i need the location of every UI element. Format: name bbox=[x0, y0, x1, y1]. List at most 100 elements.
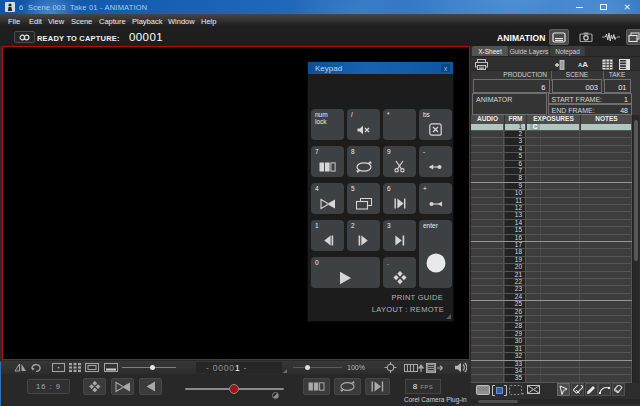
end-frame-field[interactable]: END FRAME:48 bbox=[548, 104, 633, 115]
step-forward-button[interactable] bbox=[365, 378, 390, 395]
xsheet-row-21[interactable]: 21 bbox=[471, 272, 632, 279]
scrollbar-thumb[interactable] bbox=[634, 120, 638, 261]
opacity-slider[interactable] bbox=[122, 367, 176, 368]
xsheet-row-27[interactable]: 27 bbox=[471, 316, 632, 323]
xsheet-row-7[interactable]: 7 bbox=[471, 168, 632, 175]
layout-remote-label[interactable]: LAYOUT : REMOTE bbox=[372, 305, 444, 314]
keypad-key-flipview[interactable]: 4 bbox=[311, 183, 344, 214]
zoom-slider-knob[interactable] bbox=[305, 365, 310, 370]
tab-guide-layers[interactable]: Guide Layers bbox=[509, 46, 549, 56]
keypad-close-button[interactable]: x bbox=[441, 64, 450, 72]
xsheet-row-12[interactable]: 12 bbox=[471, 205, 632, 212]
start-frame-field[interactable]: START FRAME:1 bbox=[548, 93, 633, 105]
add-frame-button[interactable] bbox=[551, 58, 565, 71]
xsheet-row-22[interactable]: 22 bbox=[471, 279, 632, 286]
page-export-button[interactable] bbox=[426, 361, 445, 374]
keypad-resize-grip[interactable] bbox=[446, 314, 451, 319]
xsheet-rows[interactable]: 1C23456789101112131415161718192021222324… bbox=[471, 124, 632, 383]
field-guide-button[interactable] bbox=[52, 361, 65, 374]
keypad-key-scissors[interactable]: 9 bbox=[383, 146, 416, 177]
filmstrip-button[interactable] bbox=[303, 378, 330, 395]
opacity-slider-knob[interactable] bbox=[150, 365, 155, 370]
xsheet-row-10[interactable]: 10 bbox=[471, 190, 632, 197]
keypad-titlebar[interactable]: Keypad x bbox=[308, 62, 453, 74]
scrollbar-thumb[interactable] bbox=[478, 400, 518, 403]
keypad-key-play[interactable]: 0 bbox=[311, 257, 380, 288]
keypad-key-filmstrip[interactable]: 7 bbox=[311, 146, 344, 177]
xsheet-row-11[interactable]: 11 bbox=[471, 198, 632, 205]
xsheet-row-20[interactable]: 20 bbox=[471, 264, 632, 271]
keypad-key-step[interactable]: 6 bbox=[383, 183, 416, 214]
eraser-tool-button[interactable] bbox=[571, 383, 584, 396]
keypad-key-*[interactable]: * bbox=[383, 109, 416, 140]
diamond-eraser-tool-button[interactable] bbox=[612, 383, 625, 396]
image-icon[interactable] bbox=[476, 385, 490, 395]
keypad-key-step-fwd[interactable]: 2 bbox=[347, 220, 380, 251]
xsheet-row-31[interactable]: 31 bbox=[471, 346, 632, 353]
xsheet-row-30[interactable]: 30 bbox=[471, 338, 632, 345]
crosshair-button[interactable] bbox=[384, 361, 397, 374]
keypad-key-num-lock[interactable]: num lock bbox=[311, 109, 344, 140]
xsheet-row-15[interactable]: 15 bbox=[471, 227, 632, 234]
selection-icon[interactable] bbox=[492, 385, 507, 396]
xsheet-row-1[interactable]: 1C bbox=[471, 124, 632, 131]
loop-mode-dot[interactable] bbox=[272, 392, 279, 399]
keypad-key-jump-right[interactable]: + bbox=[419, 183, 452, 214]
timeline-slider[interactable] bbox=[185, 388, 284, 390]
xsheet-row-4[interactable]: 4 bbox=[471, 146, 632, 153]
counter-grip[interactable] bbox=[283, 369, 287, 373]
xsheet-row-9[interactable]: 9 bbox=[471, 183, 632, 190]
pointer-tool-button[interactable] bbox=[557, 383, 570, 396]
table-alt-icon[interactable] bbox=[619, 58, 630, 71]
xsheet-row-23[interactable]: 23 bbox=[471, 286, 632, 293]
audio-waveform-button[interactable] bbox=[601, 29, 621, 45]
xsheet-row-25[interactable]: 25 bbox=[471, 301, 632, 308]
filmstrip-up-button[interactable] bbox=[404, 361, 424, 374]
production-value-field[interactable]: 6 bbox=[473, 79, 550, 93]
zoom-slider[interactable] bbox=[293, 367, 342, 368]
curve-tool-button[interactable] bbox=[598, 383, 611, 396]
play-reverse-button[interactable] bbox=[139, 378, 162, 395]
animator-field[interactable]: ANIMATOR bbox=[472, 93, 547, 116]
menu-capture[interactable]: Capture bbox=[99, 17, 126, 26]
xsheet-row-3[interactable]: 3 bbox=[471, 138, 632, 145]
xsheet-row-18[interactable]: 18 bbox=[471, 249, 632, 256]
xsheet-row-34[interactable]: 34 bbox=[471, 368, 632, 375]
speaker-icon[interactable] bbox=[454, 361, 467, 374]
xsheet-row-6[interactable]: 6 bbox=[471, 161, 632, 168]
flip-horizontal-button[interactable] bbox=[14, 361, 27, 374]
xsheet-row-5[interactable]: 5 bbox=[471, 153, 632, 160]
grid-overlay-button[interactable] bbox=[69, 361, 81, 374]
take-value-field[interactable]: 01 bbox=[604, 79, 631, 93]
xsheet-row-24[interactable]: 24 bbox=[471, 294, 632, 301]
keypad-key-jump-left[interactable]: - bbox=[419, 146, 452, 177]
dashed-box-icon[interactable] bbox=[509, 385, 524, 395]
pen-tool-button[interactable] bbox=[585, 383, 598, 396]
safe-area-button[interactable] bbox=[85, 361, 99, 374]
xsheet-row-19[interactable]: 19 bbox=[471, 257, 632, 264]
xsheet-row-16[interactable]: 16 bbox=[471, 235, 632, 242]
envelope-icon[interactable] bbox=[527, 385, 540, 394]
loop-playback-button[interactable] bbox=[334, 378, 361, 395]
keypad-key-record[interactable]: enter bbox=[419, 220, 452, 288]
menu-edit[interactable]: Edit bbox=[29, 17, 42, 26]
table-icon[interactable] bbox=[602, 58, 613, 71]
menu-help[interactable]: Help bbox=[201, 17, 216, 26]
tab-xsheet[interactable]: X-Sheet bbox=[472, 46, 508, 56]
xsheet-vertical-scrollbar[interactable] bbox=[632, 115, 639, 383]
xsheet-row-13[interactable]: 13 bbox=[471, 212, 632, 219]
print-guide-label[interactable]: PRINT GUIDE bbox=[391, 293, 443, 302]
xsheet-row-17[interactable]: 17 bbox=[471, 242, 632, 249]
camera-view-button[interactable] bbox=[576, 29, 596, 45]
keypad-key-box-x[interactable]: bs bbox=[419, 109, 452, 140]
scene-value-field[interactable]: 003 bbox=[552, 79, 603, 93]
menu-playback[interactable]: Playback bbox=[132, 17, 162, 26]
keypad-key-frames[interactable]: 5 bbox=[347, 183, 380, 214]
xsheet-row-2[interactable]: 2 bbox=[471, 131, 632, 138]
xsheet-row-29[interactable]: 29 bbox=[471, 331, 632, 338]
keypad-key-step-back[interactable]: 1 bbox=[311, 220, 344, 251]
menu-file[interactable]: File bbox=[8, 17, 20, 26]
aspect-ratio-button[interactable]: 16 : 9 bbox=[27, 379, 70, 394]
xsheet-row-28[interactable]: 28 bbox=[471, 323, 632, 330]
tab-notepad[interactable]: Notepad bbox=[550, 46, 585, 56]
